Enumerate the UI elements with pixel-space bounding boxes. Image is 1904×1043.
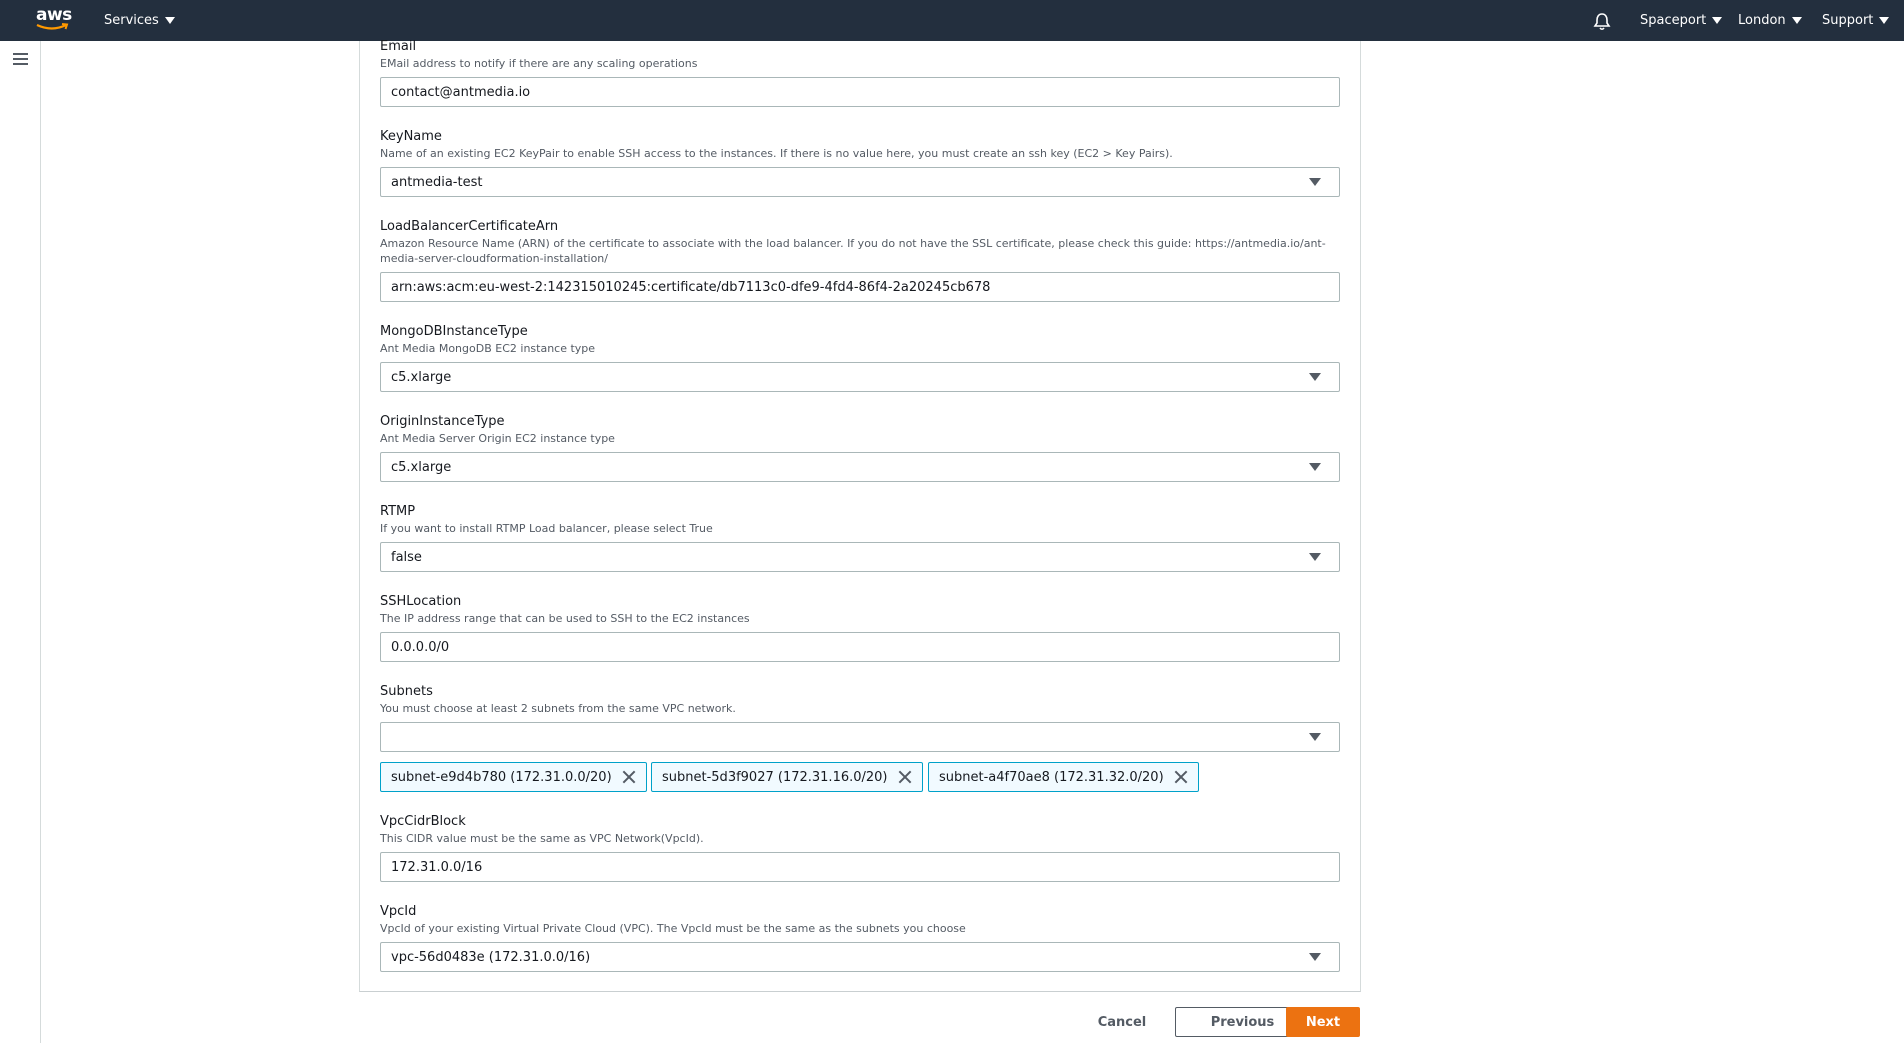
- field-description: VpcId of your existing Virtual Private C…: [380, 922, 966, 935]
- vpc-cidr-block-field-header: VpcCidrBlock This CIDR value must be the…: [380, 813, 1340, 846]
- rtmp-value: false: [391, 549, 422, 565]
- chevron-down-icon: [164, 17, 175, 24]
- vpc-id-field-header: VpcId VpcId of your existing Virtual Pri…: [380, 903, 1340, 936]
- field-description: The IP address range that can be used to…: [380, 612, 750, 625]
- aws-logo-text: aws: [36, 5, 72, 25]
- subnets-select[interactable]: [380, 722, 1340, 752]
- subnets-field-header: Subnets You must choose at least 2 subne…: [380, 683, 1340, 716]
- account-menu[interactable]: Spaceport: [1640, 0, 1723, 41]
- origin-instance-type-value: c5.xlarge: [391, 459, 452, 475]
- region-menu[interactable]: London: [1738, 0, 1802, 41]
- field-description: Name of an existing EC2 KeyPair to enabl…: [380, 147, 1173, 160]
- account-label: Spaceport: [1640, 13, 1707, 28]
- region-label: London: [1738, 13, 1786, 28]
- chevron-down-icon: [1309, 463, 1321, 471]
- field-label: MongoDBInstanceType: [380, 324, 528, 339]
- mongodb-instance-type-select[interactable]: c5.xlarge: [380, 362, 1340, 392]
- chevron-down-icon: [1712, 17, 1723, 24]
- field-label: LoadBalancerCertificateArn: [380, 219, 559, 234]
- field-label: SSHLocation: [380, 594, 462, 609]
- aws-logo[interactable]: aws: [36, 5, 72, 35]
- certificate-arn-field-header: LoadBalancerCertificateArn Amazon Resour…: [380, 218, 1340, 266]
- services-label: Services: [104, 13, 159, 28]
- field-label: VpcCidrBlock: [380, 814, 466, 829]
- menu-icon[interactable]: [13, 53, 28, 65]
- keyname-field-header: KeyName Name of an existing EC2 KeyPair …: [380, 128, 1340, 161]
- chevron-down-icon: [1309, 953, 1321, 961]
- vpc-id-select[interactable]: vpc-56d0483e (172.31.0.0/16): [380, 942, 1340, 972]
- chevron-down-icon: [1791, 17, 1802, 24]
- close-icon[interactable]: [622, 770, 636, 784]
- field-description: Ant Media Server Origin EC2 instance typ…: [380, 432, 615, 445]
- origin-instance-type-select[interactable]: c5.xlarge: [380, 452, 1340, 482]
- subnet-token-label: subnet-a4f70ae8 (172.31.32.0/20): [939, 769, 1164, 785]
- chevron-down-icon: [1309, 373, 1321, 381]
- chevron-down-icon: [1309, 733, 1321, 741]
- field-label: OriginInstanceType: [380, 414, 505, 429]
- side-navigation-rail: [0, 41, 41, 1043]
- field-label: Subnets: [380, 684, 433, 699]
- subnet-token: subnet-5d3f9027 (172.31.16.0/20): [651, 762, 923, 792]
- services-menu[interactable]: Services: [104, 0, 175, 41]
- close-icon[interactable]: [898, 770, 912, 784]
- vpc-id-value: vpc-56d0483e (172.31.0.0/16): [391, 949, 591, 965]
- close-icon[interactable]: [1174, 770, 1188, 784]
- vpc-cidr-block-value: 172.31.0.0/16: [391, 859, 483, 875]
- support-menu[interactable]: Support: [1822, 0, 1890, 41]
- field-description: Amazon Resource Name (ARN) of the certif…: [380, 237, 1326, 250]
- aws-smile-icon: [36, 23, 69, 30]
- notifications-bell-icon[interactable]: [1592, 11, 1612, 31]
- subnet-token-label: subnet-5d3f9027 (172.31.16.0/20): [662, 769, 888, 785]
- field-description: Ant Media MongoDB EC2 instance type: [380, 342, 596, 355]
- ssh-location-value: 0.0.0.0/0: [391, 639, 450, 655]
- certificate-arn-value: arn:aws:acm:eu-west-2:142315010245:certi…: [391, 279, 991, 295]
- rtmp-field-header: RTMP If you want to install RTMP Load ba…: [380, 503, 1340, 536]
- field-description: If you want to install RTMP Load balance…: [380, 522, 713, 535]
- certificate-arn-input[interactable]: arn:aws:acm:eu-west-2:142315010245:certi…: [380, 272, 1340, 302]
- subnet-token: subnet-e9d4b780 (172.31.0.0/20): [380, 762, 647, 792]
- field-label: RTMP: [380, 504, 416, 519]
- chevron-down-icon: [1309, 178, 1321, 186]
- ssh-location-input[interactable]: 0.0.0.0/0: [380, 632, 1340, 662]
- email-input[interactable]: contact@antmedia.io: [380, 77, 1340, 107]
- field-description-continued: media-server-cloudformation-installation…: [380, 252, 608, 265]
- subnet-token-label: subnet-e9d4b780 (172.31.0.0/20): [391, 769, 612, 785]
- mongodb-instance-type-field-header: MongoDBInstanceType Ant Media MongoDB EC…: [380, 323, 1340, 356]
- field-description: You must choose at least 2 subnets from …: [380, 702, 736, 715]
- origin-instance-type-field-header: OriginInstanceType Ant Media Server Orig…: [380, 413, 1340, 446]
- field-label: VpcId: [380, 904, 417, 919]
- ssh-location-field-header: SSHLocation The IP address range that ca…: [380, 593, 1340, 626]
- field-description: This CIDR value must be the same as VPC …: [380, 832, 704, 845]
- next-button[interactable]: Next: [1286, 1007, 1360, 1037]
- field-label: Email: [380, 39, 417, 54]
- field-label: KeyName: [380, 129, 442, 144]
- chevron-down-icon: [1879, 17, 1890, 24]
- keyname-select[interactable]: antmedia-test: [380, 167, 1340, 197]
- subnet-token: subnet-a4f70ae8 (172.31.32.0/20): [928, 762, 1199, 792]
- chevron-down-icon: [1309, 553, 1321, 561]
- support-label: Support: [1822, 13, 1874, 28]
- vpc-cidr-block-input[interactable]: 172.31.0.0/16: [380, 852, 1340, 882]
- top-navigation-bar: aws Services Spaceport London Support: [0, 0, 1904, 41]
- mongodb-instance-type-value: c5.xlarge: [391, 369, 452, 385]
- rtmp-select[interactable]: false: [380, 542, 1340, 572]
- field-description: EMail address to notify if there are any…: [380, 57, 698, 70]
- email-value: contact@antmedia.io: [391, 84, 531, 100]
- keyname-value: antmedia-test: [391, 174, 483, 190]
- cancel-button[interactable]: Cancel: [1090, 1007, 1154, 1037]
- email-field-header: Email EMail address to notify if there a…: [380, 38, 1340, 71]
